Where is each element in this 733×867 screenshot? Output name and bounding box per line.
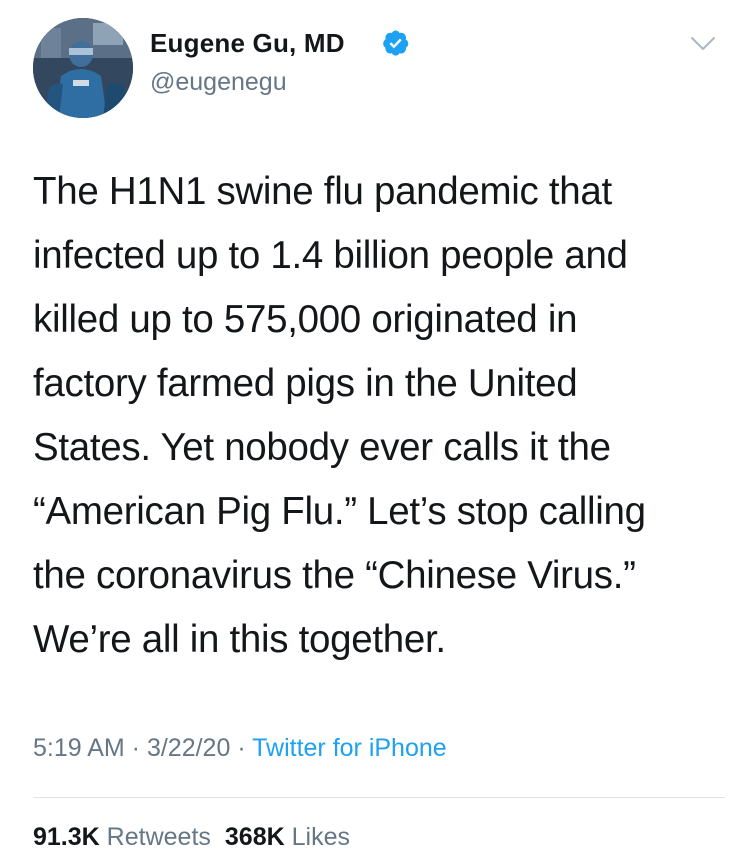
likes-count: 368K: [224, 823, 285, 851]
tweet-text: The H1N1 swine flu pandemic that infecte…: [33, 160, 713, 672]
tweet-source-link[interactable]: Twitter for iPhone: [252, 734, 447, 762]
retweets-label: Retweets: [106, 823, 211, 851]
profile-avatar[interactable]: [33, 18, 133, 118]
likes-label: Likes: [291, 823, 350, 851]
likes-stat[interactable]: 368K Likes: [225, 823, 350, 851]
divider: [33, 797, 725, 798]
retweets-stat[interactable]: 91.3K Retweets: [33, 823, 211, 851]
tweet-time[interactable]: 5:19 AM: [33, 734, 125, 762]
retweets-count: 91.3K: [33, 823, 100, 851]
tweet-text-line: infected up to 1.4 billion people and: [33, 234, 628, 277]
author-name[interactable]: Eugene Gu, MD: [150, 28, 345, 59]
tweet-text-line: killed up to 575,000 originated in: [33, 298, 578, 341]
meta-separator: ·: [230, 734, 253, 762]
tweet-text-line: We’re all in this together.: [33, 618, 446, 661]
author-handle[interactable]: @eugenegu: [150, 68, 287, 97]
tweet-text-line: the coronavirus the “Chinese Virus.”: [33, 554, 636, 597]
meta-separator: ·: [124, 734, 147, 762]
verified-badge-icon: [383, 30, 409, 56]
chevron-down-icon[interactable]: [690, 36, 716, 52]
tweet-text-line: States. Yet nobody ever calls it the: [33, 426, 611, 469]
avatar-image: [33, 18, 133, 118]
tweet-card: Eugene Gu, MD @eugenegu The H1N1 swine f…: [0, 0, 733, 867]
tweet-text-line: factory farmed pigs in the United: [33, 362, 578, 405]
tweet-date[interactable]: 3/22/20: [147, 734, 230, 762]
tweet-text-line: “American Pig Flu.” Let’s stop calling: [33, 490, 646, 533]
tweet-metadata: 5:19 AM · 3/22/20 · Twitter for iPhone: [33, 734, 447, 763]
tweet-text-line: The H1N1 swine flu pandemic that: [33, 170, 612, 213]
engagement-stats: 91.3K Retweets 368K Likes: [33, 823, 350, 852]
